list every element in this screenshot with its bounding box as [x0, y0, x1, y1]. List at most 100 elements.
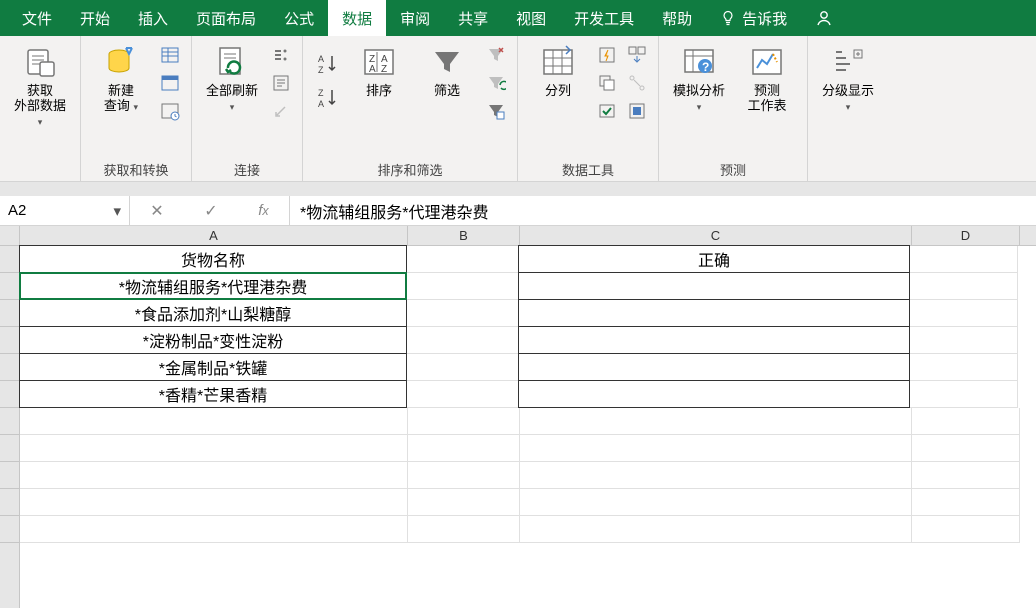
cell[interactable]	[408, 408, 520, 435]
cell[interactable]	[408, 462, 520, 489]
cell-B3[interactable]	[407, 300, 519, 327]
tab-file[interactable]: 文件	[8, 0, 66, 36]
cell-D5[interactable]	[910, 354, 1018, 381]
cell[interactable]	[408, 435, 520, 462]
data-model-button[interactable]	[626, 100, 648, 122]
cell-C1[interactable]: 正确	[518, 245, 910, 273]
advanced-filter-button[interactable]	[485, 100, 507, 122]
tab-help[interactable]: 帮助	[648, 0, 706, 36]
row-header[interactable]	[0, 381, 19, 408]
tab-review[interactable]: 审阅	[386, 0, 444, 36]
cell-C4[interactable]	[518, 326, 910, 354]
get-external-data-button[interactable]: 获取 外部数据 ▾	[10, 40, 70, 129]
tab-share[interactable]: 共享	[444, 0, 502, 36]
tab-home[interactable]: 开始	[66, 0, 124, 36]
from-table-button[interactable]	[159, 72, 181, 94]
cell[interactable]	[520, 435, 912, 462]
col-header-D[interactable]: D	[912, 226, 1020, 245]
forecast-sheet-button[interactable]: 预测 工作表	[737, 40, 797, 114]
tab-tellme[interactable]: 告诉我	[706, 0, 801, 36]
tab-layout[interactable]: 页面布局	[182, 0, 270, 36]
cell[interactable]	[20, 462, 408, 489]
cell-B1[interactable]	[407, 246, 519, 273]
tab-dev[interactable]: 开发工具	[560, 0, 648, 36]
cell[interactable]	[520, 516, 912, 543]
formula-input[interactable]: *物流辅组服务*代理港杂费	[290, 196, 1036, 225]
cell-C2[interactable]	[518, 272, 910, 300]
cell-C5[interactable]	[518, 353, 910, 381]
cell[interactable]	[520, 408, 912, 435]
cell-D6[interactable]	[910, 381, 1018, 408]
row-header[interactable]	[0, 246, 19, 273]
col-header-B[interactable]: B	[408, 226, 520, 245]
consolidate-button[interactable]	[626, 44, 648, 66]
name-box[interactable]: A2 ▾	[0, 196, 130, 225]
col-header-A[interactable]: A	[20, 226, 408, 245]
cell-C6[interactable]	[518, 380, 910, 408]
cell-B4[interactable]	[407, 327, 519, 354]
recent-sources-button[interactable]	[159, 100, 181, 122]
row-header[interactable]	[0, 300, 19, 327]
new-query-button[interactable]: 新建 查询 ▾	[91, 40, 151, 114]
cell-D4[interactable]	[910, 327, 1018, 354]
whatif-button[interactable]: ? 模拟分析▾	[669, 40, 729, 114]
cell-B5[interactable]	[407, 354, 519, 381]
edit-links-button[interactable]	[270, 100, 292, 122]
cell-B2[interactable]	[407, 273, 519, 300]
row-header[interactable]	[0, 354, 19, 381]
cell-D1[interactable]	[910, 246, 1018, 273]
cell-A2[interactable]: *物流辅组服务*代理港杂费	[19, 272, 407, 300]
cell[interactable]	[408, 489, 520, 516]
cell-C3[interactable]	[518, 299, 910, 327]
name-box-dropdown-icon[interactable]: ▾	[113, 202, 121, 220]
cancel-formula-button[interactable]: ✕	[150, 201, 163, 221]
cell[interactable]	[20, 489, 408, 516]
data-validation-button[interactable]	[596, 100, 618, 122]
row-header[interactable]	[0, 489, 19, 516]
tab-insert[interactable]: 插入	[124, 0, 182, 36]
tab-formula[interactable]: 公式	[270, 0, 328, 36]
cell-A6[interactable]: *香精*芒果香精	[19, 380, 407, 408]
sort-asc-button[interactable]: AZ	[313, 50, 341, 78]
cell[interactable]	[912, 516, 1020, 543]
tab-view[interactable]: 视图	[502, 0, 560, 36]
cell[interactable]	[20, 435, 408, 462]
flash-fill-button[interactable]	[596, 44, 618, 66]
row-header[interactable]	[0, 408, 19, 435]
fx-button[interactable]: fx	[258, 202, 268, 219]
cell-A1[interactable]: 货物名称	[19, 245, 407, 273]
show-queries-button[interactable]	[159, 44, 181, 66]
refresh-all-button[interactable]: 全部刷新▾	[202, 40, 262, 114]
cell[interactable]	[408, 516, 520, 543]
cell-D2[interactable]	[910, 273, 1018, 300]
tab-data[interactable]: 数据	[328, 0, 386, 36]
row-header[interactable]	[0, 435, 19, 462]
reapply-button[interactable]	[485, 72, 507, 94]
filter-button[interactable]: 筛选	[417, 40, 477, 99]
outline-button[interactable]: 分级显示▾	[818, 40, 878, 114]
sort-button[interactable]: ZAAZ 排序	[349, 40, 409, 99]
cell[interactable]	[520, 462, 912, 489]
properties-button[interactable]	[270, 72, 292, 94]
cell[interactable]	[520, 489, 912, 516]
clear-filter-button[interactable]	[485, 44, 507, 66]
col-header-C[interactable]: C	[520, 226, 912, 245]
cell-A3[interactable]: *食品添加剂*山梨糖醇	[19, 299, 407, 327]
remove-duplicates-button[interactable]	[596, 72, 618, 94]
cell-D3[interactable]	[910, 300, 1018, 327]
text-to-columns-button[interactable]: 分列	[528, 40, 588, 99]
row-header[interactable]	[0, 462, 19, 489]
sort-desc-button[interactable]: ZA	[313, 84, 341, 112]
profile-icon[interactable]	[809, 0, 839, 36]
cell[interactable]	[912, 489, 1020, 516]
confirm-formula-button[interactable]: ✓	[204, 201, 217, 221]
cell[interactable]	[912, 462, 1020, 489]
row-header[interactable]	[0, 327, 19, 354]
cell[interactable]	[20, 408, 408, 435]
cell[interactable]	[912, 435, 1020, 462]
cell-B6[interactable]	[407, 381, 519, 408]
select-all-corner[interactable]	[0, 226, 19, 246]
cell[interactable]	[912, 408, 1020, 435]
connections-button[interactable]	[270, 44, 292, 66]
row-header[interactable]	[0, 273, 19, 300]
